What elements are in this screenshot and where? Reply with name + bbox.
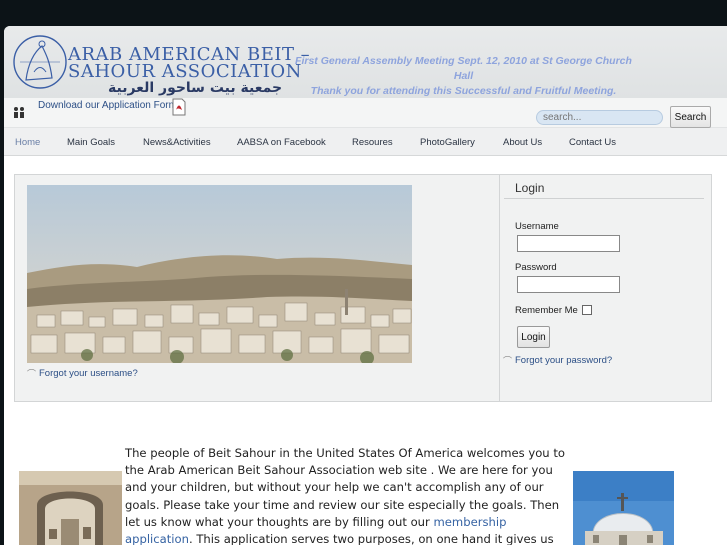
site-logo[interactable]: ARAB AMERICAN BEIT – SAHOUR ASSOCIATION … (12, 32, 310, 96)
nav-item-about-us[interactable]: About Us (503, 137, 542, 148)
arrow-icon: ⌒ (27, 370, 37, 380)
username-field[interactable] (517, 235, 620, 252)
remember-me-checkbox[interactable] (582, 305, 592, 315)
logo-emblem-icon (13, 35, 67, 89)
nav-item-main-goals[interactable]: Main Goals (67, 137, 115, 148)
logo-arabic-title: جمعية بيت ساحور العربية (108, 80, 283, 96)
login-divider (504, 198, 704, 199)
announcement-line2: Thank you for attending this Successful … (310, 85, 617, 97)
feature-panel: ⌒ Forgot your username? Login Username P… (14, 174, 712, 402)
login-module: Login Username Password Remember Me Logi… (499, 175, 712, 401)
site-header: ARAB AMERICAN BEIT – SAHOUR ASSOCIATION … (4, 26, 727, 98)
forgot-password-link[interactable]: Forgot your password? (515, 355, 612, 366)
remember-me-label: Remember Me (515, 305, 578, 316)
church-dome-photo (573, 471, 674, 545)
password-field[interactable] (517, 276, 620, 293)
login-button[interactable]: Login (517, 326, 550, 348)
welcome-text: The people of Beit Sahour in the United … (125, 445, 572, 545)
banner-photo (27, 185, 412, 363)
nav-item-facebook[interactable]: AABSA on Facebook (237, 137, 326, 148)
welcome-text-continued: . This application serves two purposes, … (188, 532, 554, 545)
login-title: Login (515, 181, 545, 195)
arrow-icon: ⌒ (503, 357, 513, 367)
search-input[interactable] (536, 110, 663, 125)
forgot-username-link[interactable]: Forgot your username? (39, 368, 138, 379)
archway-photo (19, 471, 122, 545)
main-nav: Home Main Goals News&Activities AABSA on… (4, 128, 727, 156)
nav-item-photo-gallery[interactable]: PhotoGallery (420, 137, 475, 148)
username-label: Username (515, 221, 559, 232)
nav-item-news-activities[interactable]: News&Activities (143, 137, 211, 148)
announcement-line1: First General Assembly Meeting Sept. 12,… (295, 55, 632, 82)
pdf-icon[interactable] (171, 98, 187, 116)
nav-item-resources[interactable]: Resoures (352, 137, 393, 148)
password-label: Password (515, 262, 557, 273)
page: ARAB AMERICAN BEIT – SAHOUR ASSOCIATION … (4, 26, 727, 545)
toolbar: Download our Application Form Search (4, 98, 727, 128)
announcement: First General Assembly Meeting Sept. 12,… (286, 54, 641, 99)
download-application-link[interactable]: Download our Application Form (38, 100, 177, 111)
logo-title-line2: SAHOUR ASSOCIATION (68, 61, 302, 82)
people-icon (14, 107, 24, 118)
nav-item-home[interactable]: Home (15, 137, 40, 148)
nav-item-contact-us[interactable]: Contact Us (569, 137, 616, 148)
search-button[interactable]: Search (670, 106, 711, 128)
